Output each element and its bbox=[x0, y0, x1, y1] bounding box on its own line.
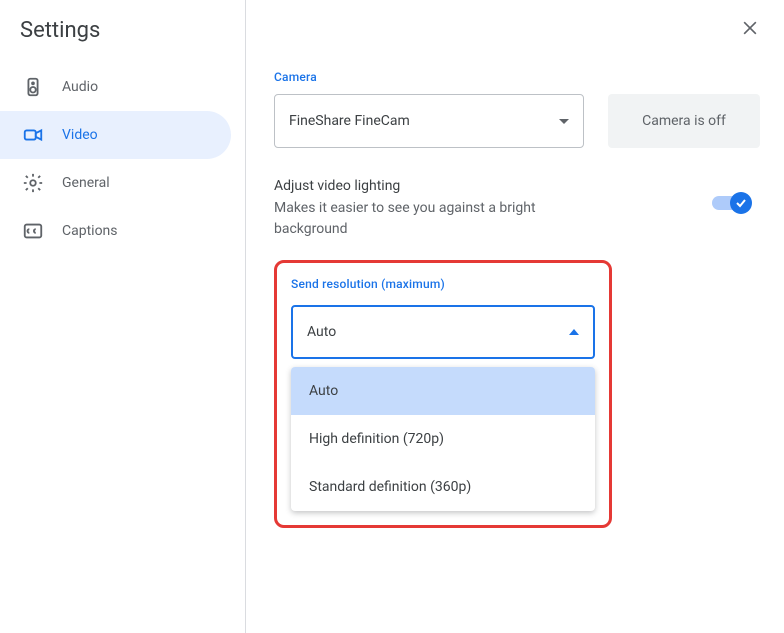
sidebar-item-captions[interactable]: Captions bbox=[0, 207, 231, 255]
camera-preview: Camera is off bbox=[608, 94, 760, 148]
option-auto[interactable]: Auto bbox=[291, 367, 595, 415]
camera-selected-value: FineShare FineCam bbox=[289, 113, 410, 129]
speaker-icon bbox=[22, 76, 44, 98]
send-resolution-selected: Auto bbox=[307, 324, 336, 340]
chevron-up-icon bbox=[569, 329, 579, 335]
option-sd-360p[interactable]: Standard definition (360p) bbox=[291, 463, 595, 511]
camera-label: Camera bbox=[274, 70, 760, 84]
option-hd-720p[interactable]: High definition (720p) bbox=[291, 415, 595, 463]
settings-content: Camera FineShare FineCam Camera is off A… bbox=[246, 0, 784, 633]
gear-icon bbox=[22, 172, 44, 194]
video-icon bbox=[22, 124, 44, 146]
nav-list: Audio Video General Captions bbox=[0, 63, 245, 255]
close-icon bbox=[740, 18, 760, 42]
camera-select[interactable]: FineShare FineCam bbox=[274, 94, 584, 148]
sidebar-item-label: Video bbox=[62, 127, 98, 143]
camera-preview-text: Camera is off bbox=[642, 113, 726, 129]
chevron-down-icon bbox=[559, 119, 569, 124]
send-resolution-options: Auto High definition (720p) Standard def… bbox=[291, 367, 595, 511]
lighting-desc: Makes it easier to see you against a bri… bbox=[274, 198, 594, 240]
sidebar-item-video[interactable]: Video bbox=[0, 111, 231, 159]
sidebar-item-audio[interactable]: Audio bbox=[0, 63, 231, 111]
sidebar-item-label: General bbox=[62, 175, 110, 191]
cc-icon bbox=[22, 220, 44, 242]
lighting-toggle[interactable] bbox=[712, 196, 748, 210]
settings-sidebar: Settings Audio Video General bbox=[0, 0, 246, 633]
check-icon bbox=[735, 194, 747, 213]
send-resolution-highlight: Send resolution (maximum) Auto Auto High… bbox=[274, 260, 612, 528]
sidebar-item-general[interactable]: General bbox=[0, 159, 231, 207]
page-title: Settings bbox=[0, 18, 245, 63]
send-resolution-label: Send resolution (maximum) bbox=[291, 277, 595, 291]
sidebar-item-label: Audio bbox=[62, 79, 98, 95]
close-button[interactable] bbox=[738, 18, 762, 42]
sidebar-item-label: Captions bbox=[62, 223, 118, 239]
lighting-title: Adjust video lighting bbox=[274, 178, 594, 194]
send-resolution-select[interactable]: Auto bbox=[291, 305, 595, 359]
